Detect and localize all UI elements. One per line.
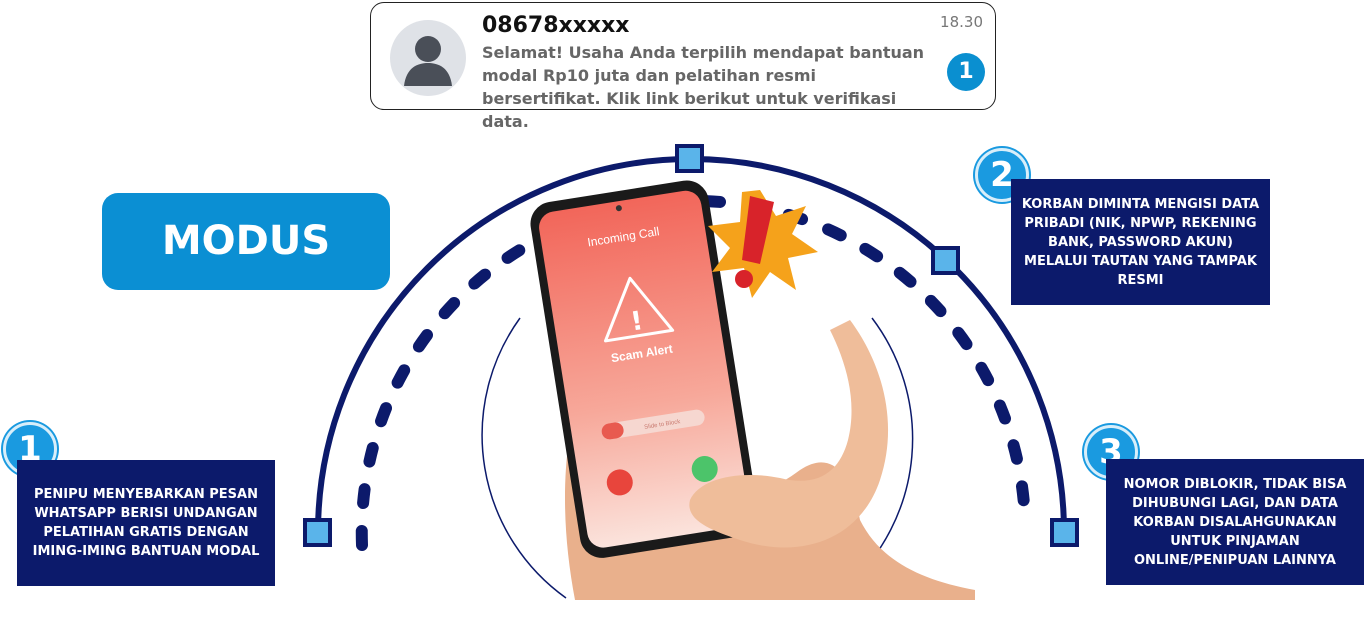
marker-left <box>303 518 332 547</box>
message-time: 18.30 <box>940 13 983 31</box>
step-2-description: KORBAN DIMINTA MENGISI DATA PRIBADI (NIK… <box>1011 179 1270 305</box>
message-notification[interactable]: 08678xxxxx 18.30 Selamat! Usaha Anda ter… <box>370 2 996 131</box>
step-3-description: NOMOR DIBLOKIR, TIDAK BISA DIHUBUNGI LAG… <box>1106 459 1364 585</box>
modus-title: MODUS <box>102 193 390 290</box>
step-1-description: PENIPU MENYEBARKAN PESAN WHATSAPP BERISI… <box>17 460 275 586</box>
unread-badge: 1 <box>947 53 985 91</box>
marker-top <box>675 144 704 173</box>
sender-number: 08678xxxxx <box>482 13 630 38</box>
marker-right-upper <box>931 246 960 275</box>
marker-right <box>1050 518 1079 547</box>
user-avatar-icon <box>390 20 466 96</box>
message-text: Selamat! Usaha Anda terpilih mendapat ba… <box>482 43 925 131</box>
